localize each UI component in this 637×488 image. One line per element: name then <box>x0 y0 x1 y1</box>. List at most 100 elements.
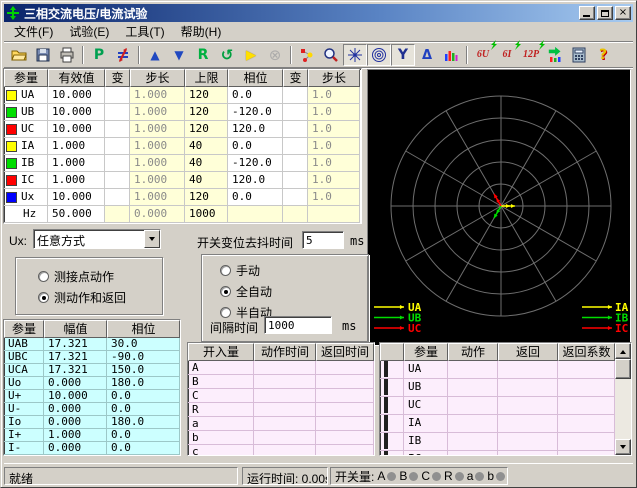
rms-cell[interactable]: 10.000 <box>48 189 105 206</box>
row-checkbox[interactable] <box>384 415 388 431</box>
amplitude-cell: 1.000 <box>44 429 107 442</box>
limit-cell[interactable]: 40 <box>185 172 228 189</box>
help-button[interactable]: ? <box>591 44 615 66</box>
step-down-button[interactable]: ▼ <box>167 44 191 66</box>
action-cell <box>448 433 498 451</box>
rms-cell[interactable]: 50.000 <box>48 206 105 223</box>
undo-button[interactable]: ↺ <box>215 44 239 66</box>
contact-mode-option[interactable]: 测动作和返回 <box>38 289 162 306</box>
row-checkbox[interactable] <box>384 379 388 395</box>
color-swatch <box>6 141 17 152</box>
phase-cell[interactable]: 120.0 <box>228 172 283 189</box>
var-cell[interactable] <box>283 138 308 155</box>
rms-cell[interactable]: 10.000 <box>48 121 105 138</box>
save-button[interactable] <box>31 44 55 66</box>
limit-cell[interactable]: 120 <box>185 121 228 138</box>
var-cell[interactable] <box>105 172 130 189</box>
var-cell[interactable] <box>105 155 130 172</box>
six-voltage-button[interactable]: 6U <box>471 44 495 66</box>
amplitude-cell: 0.000 <box>44 416 107 429</box>
var-cell[interactable] <box>283 206 308 223</box>
wye-view-button[interactable]: Y <box>391 44 415 66</box>
polar-grid-button[interactable] <box>367 44 391 66</box>
limit-cell[interactable]: 40 <box>185 155 228 172</box>
row-checkbox[interactable] <box>384 397 388 413</box>
phase-cell[interactable]: -120.0 <box>228 155 283 172</box>
ux-mode-select[interactable]: 任意方式 <box>33 229 161 249</box>
delta-view-button[interactable]: Δ <box>415 44 439 66</box>
var-cell[interactable] <box>283 172 308 189</box>
open-button[interactable] <box>7 44 31 66</box>
param-settings-button[interactable]: P <box>87 44 111 66</box>
output-button[interactable] <box>543 44 567 66</box>
sequence-row: U-0.0000.0 <box>4 403 180 416</box>
phase-adjust-button[interactable] <box>111 44 135 66</box>
phase-cell[interactable]: 0.0 <box>228 189 283 206</box>
param-label: Hz <box>23 206 36 222</box>
rms-cell[interactable]: 10.000 <box>48 104 105 121</box>
var-cell[interactable] <box>283 104 308 121</box>
var-cell[interactable] <box>283 87 308 104</box>
limit-cell[interactable]: 120 <box>185 87 228 104</box>
start-button[interactable]: ▶ <box>239 44 263 66</box>
minimize-icon <box>583 15 590 17</box>
var-cell[interactable] <box>105 87 130 104</box>
row-checkbox[interactable] <box>384 433 388 449</box>
var-cell[interactable] <box>283 189 308 206</box>
maximize-button[interactable] <box>597 6 613 20</box>
var-cell[interactable] <box>283 121 308 138</box>
interval-input[interactable]: 1000 <box>264 316 332 334</box>
phasor-chart-panel: UAUBUCIAIBIC <box>367 69 631 346</box>
limit-cell[interactable]: 40 <box>185 138 228 155</box>
phase-cell[interactable]: 120.0 <box>228 121 283 138</box>
limit-cell[interactable]: 120 <box>185 104 228 121</box>
amplitude-cell: 0.000 <box>44 403 107 416</box>
var-cell[interactable] <box>283 155 308 172</box>
scroll-thumb[interactable] <box>615 359 631 379</box>
step-up-button[interactable]: ▲ <box>143 44 167 66</box>
output-bars-icon <box>547 47 563 63</box>
phase-cell[interactable]: 0.0 <box>228 138 283 155</box>
var-cell[interactable] <box>105 104 130 121</box>
scroll-up-button[interactable] <box>615 343 631 359</box>
row-checkbox[interactable] <box>384 361 388 377</box>
menu-item[interactable]: 工具(T) <box>117 20 172 43</box>
limit-cell[interactable]: 1000 <box>185 206 228 223</box>
row-checkbox[interactable] <box>384 451 388 456</box>
scrollbar[interactable] <box>615 343 631 455</box>
minimize-button[interactable] <box>579 6 595 20</box>
run-mode-option[interactable]: 手动 <box>220 262 272 279</box>
print-button[interactable] <box>55 44 79 66</box>
run-mode-option[interactable]: 全自动 <box>220 283 272 300</box>
bar-chart-button[interactable] <box>439 44 463 66</box>
var-cell[interactable] <box>105 189 130 206</box>
rms-cell[interactable]: 1.000 <box>48 155 105 172</box>
combo-dropdown-button[interactable] <box>144 230 160 248</box>
rms-cell[interactable]: 1.000 <box>48 172 105 189</box>
rms-cell[interactable]: 10.000 <box>48 87 105 104</box>
menu-item[interactable]: 试验(E) <box>61 20 117 43</box>
menu-item[interactable]: 帮助(H) <box>173 20 230 43</box>
rms-cell[interactable]: 1.000 <box>48 138 105 155</box>
debounce-input[interactable]: 5 <box>302 231 344 249</box>
var-cell[interactable] <box>105 138 130 155</box>
phasor-points-button[interactable] <box>295 44 319 66</box>
var-cell[interactable] <box>105 121 130 138</box>
phase-cell[interactable] <box>228 206 283 223</box>
phase-cell[interactable]: 0.0 <box>228 87 283 104</box>
menu-item[interactable]: 文件(F) <box>6 20 61 43</box>
reset-button[interactable]: R <box>191 44 215 66</box>
close-button[interactable]: × <box>615 6 631 20</box>
twelve-p-button[interactable]: 12P <box>519 44 543 66</box>
zoom-button[interactable] <box>319 44 343 66</box>
var-cell[interactable] <box>105 206 130 223</box>
stop-button[interactable]: ⊗ <box>263 44 287 66</box>
phase-cell[interactable]: -120.0 <box>228 104 283 121</box>
limit-cell[interactable]: 120 <box>185 189 228 206</box>
six-current-button[interactable]: 6I <box>495 44 519 66</box>
calculator-button[interactable] <box>567 44 591 66</box>
crosshair-view-button[interactable] <box>343 44 367 66</box>
scroll-down-button[interactable] <box>615 439 631 455</box>
radio-icon <box>220 307 231 318</box>
contact-mode-option[interactable]: 测接点动作 <box>38 268 162 285</box>
